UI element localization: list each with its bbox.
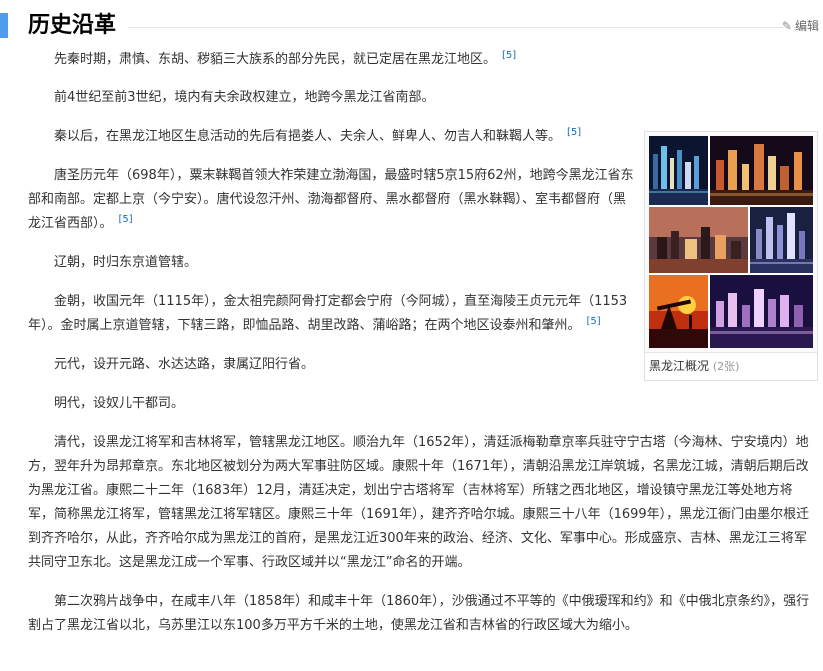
city-sunset-photo[interactable] [649,207,748,273]
city-night-photo[interactable] [750,207,813,273]
album-caption[interactable]: 黑龙江概况 (2张) [645,352,817,380]
section-accent-bar [0,13,8,38]
pencil-icon: ✎ [781,18,792,33]
album-caption-text: 黑龙江概况 [649,359,710,373]
paragraph: 第二次鸦片战争中，在咸丰八年（1858年）和咸丰十年（1860年），沙俄通过不平… [28,590,818,638]
reference-link[interactable]: [5] [502,50,516,61]
paragraph: 明代，设奴儿干都司。 [28,392,818,416]
paragraph-text: 先秦时期，肃慎、东胡、秽貊三大族系的部分先民，就已定居在黑龙江地区。 [54,52,497,67]
paragraph: 前4世纪至前3世纪，境内有夫余政权建立，地跨今黑龙江省南部。 [28,86,818,110]
paragraph-text: 清代，设黑龙江将军和吉林将军，管辖黑龙江地区。顺治九年（1652年），清廷派梅勒… [28,435,810,570]
edit-button[interactable]: ✎ 编辑 [782,17,819,34]
oil-pump-sunset-photo[interactable] [649,275,708,348]
paragraph-text: 第二次鸦片战争中，在咸丰八年（1858年）和咸丰十年（1860年），沙俄通过不平… [28,594,810,633]
paragraph-text: 金朝，收国元年（1115年），金太祖完颜阿骨打定都会宁府（今阿城），直至海陵王贞… [28,294,628,333]
reference-link[interactable]: [5] [567,127,581,138]
paragraph: 清代，设黑龙江将军和吉林将军，管辖黑龙江地区。顺治九年（1652年），清廷派梅勒… [28,431,818,575]
album-thumbnails [649,136,813,348]
edit-label: 编辑 [794,19,819,33]
paragraph-text: 前4世纪至前3世纪，境内有夫余政权建立，地跨今黑龙江省南部。 [54,90,435,105]
reference-link[interactable]: [5] [119,214,133,225]
city-night-photo[interactable] [710,275,813,348]
album-count: (2张) [712,360,740,373]
paragraph-text: 明代，设奴儿干都司。 [54,396,185,411]
image-album[interactable]: 黑龙江概况 (2张) [644,131,818,381]
paragraph-text: 秦以后，在黑龙江地区生息活动的先后有挹娄人、夫余人、鲜卑人、勿吉人和靺鞨人等。 [54,129,562,144]
reference-link[interactable]: [5] [587,316,601,327]
section-title: 历史沿革 [28,13,117,38]
paragraph-text: 元代，设开元路、水达达路，隶属辽阳行省。 [54,357,315,372]
city-night-photo[interactable] [649,136,708,205]
article-body: 先秦时期，肃慎、东胡、秽貊三大族系的部分先民，就已定居在黑龙江地区。 [5] 前4… [28,48,818,653]
city-night-photo[interactable] [710,136,813,205]
paragraph: 先秦时期，肃慎、东胡、秽貊三大族系的部分先民，就已定居在黑龙江地区。 [5] [28,48,818,72]
paragraph-text: 辽朝，时归东京道管辖。 [54,255,198,270]
title-divider [128,27,785,28]
